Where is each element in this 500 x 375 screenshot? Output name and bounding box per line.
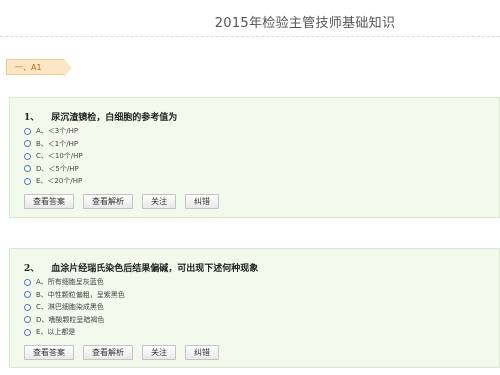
- report-error-button[interactable]: 纠错: [185, 194, 219, 209]
- view-analysis-button[interactable]: 查看解析: [83, 345, 133, 360]
- option-label: A、＜3个/HP: [36, 127, 79, 136]
- question-stem: 尿沉渣镜检，白细胞的参考值为: [51, 113, 178, 123]
- radio-icon[interactable]: [24, 278, 31, 286]
- option-label: C、＜10个/HP: [36, 152, 83, 161]
- section-tag: 一、A1: [6, 59, 72, 77]
- radio-icon[interactable]: [24, 177, 31, 185]
- question-actions: 查看答案 查看解析 关注 纠错: [24, 345, 219, 360]
- follow-button[interactable]: 关注: [142, 345, 176, 360]
- option-label: B、中性颗粒偏粗，呈紫黑色: [36, 290, 125, 299]
- option-b[interactable]: B、中性颗粒偏粗，呈紫黑色: [24, 289, 125, 302]
- question-stem: 血涂片经瑞氏染色后结果偏碱，可出现下述何种现象: [51, 264, 259, 274]
- radio-icon[interactable]: [24, 140, 31, 148]
- radio-icon[interactable]: [24, 291, 31, 299]
- report-error-button[interactable]: 纠错: [185, 345, 219, 360]
- follow-button[interactable]: 关注: [142, 194, 176, 209]
- option-label: D、嗜酸颗粒呈暗褐色: [36, 315, 105, 324]
- question-card-1: 1、 尿沉渣镜检，白细胞的参考值为 A、＜3个/HP B、＜1个/HP C、＜10…: [9, 97, 500, 218]
- option-label: C、淋巴细胞染成黑色: [36, 303, 104, 312]
- question-number: 2、: [24, 264, 40, 274]
- question-number: 1、: [24, 113, 40, 123]
- option-label: E、以上都是: [36, 328, 76, 337]
- question-text: 2、 血涂片经瑞氏染色后结果偏碱，可出现下述何种现象: [24, 261, 258, 274]
- radio-icon[interactable]: [24, 316, 31, 324]
- option-d[interactable]: D、＜5个/HP: [24, 163, 83, 176]
- option-label: E、＜20个/HP: [36, 177, 83, 186]
- view-answer-button[interactable]: 查看答案: [24, 194, 74, 209]
- options-list: A、所有细胞呈灰蓝色 B、中性颗粒偏粗，呈紫黑色 C、淋巴细胞染成黑色 D、嗜酸…: [24, 276, 125, 339]
- radio-icon[interactable]: [24, 328, 31, 336]
- option-a[interactable]: A、＜3个/HP: [24, 125, 83, 138]
- option-d[interactable]: D、嗜酸颗粒呈暗褐色: [24, 314, 125, 327]
- question-text: 1、 尿沉渣镜检，白细胞的参考值为: [24, 110, 177, 123]
- question-card-2: 2、 血涂片经瑞氏染色后结果偏碱，可出现下述何种现象 A、所有细胞呈灰蓝色 B、中…: [9, 248, 500, 368]
- option-label: B、＜1个/HP: [36, 139, 79, 148]
- title-divider: [0, 36, 500, 37]
- option-label: A、所有细胞呈灰蓝色: [36, 278, 104, 287]
- view-analysis-button[interactable]: 查看解析: [83, 194, 133, 209]
- option-e[interactable]: E、以上都是: [24, 326, 125, 339]
- option-e[interactable]: E、＜20个/HP: [24, 175, 83, 188]
- option-b[interactable]: B、＜1个/HP: [24, 138, 83, 151]
- page-title: 2015年检验主管技师基础知识: [214, 16, 396, 31]
- option-label: D、＜5个/HP: [36, 164, 79, 173]
- option-c[interactable]: C、＜10个/HP: [24, 150, 83, 163]
- radio-icon[interactable]: [24, 165, 31, 173]
- option-c[interactable]: C、淋巴细胞染成黑色: [24, 301, 125, 314]
- radio-icon[interactable]: [24, 152, 31, 160]
- radio-icon[interactable]: [24, 127, 31, 135]
- question-actions: 查看答案 查看解析 关注 纠错: [24, 194, 219, 209]
- options-list: A、＜3个/HP B、＜1个/HP C、＜10个/HP D、＜5个/HP E、＜…: [24, 125, 83, 188]
- view-answer-button[interactable]: 查看答案: [24, 345, 74, 360]
- option-a[interactable]: A、所有细胞呈灰蓝色: [24, 276, 125, 289]
- radio-icon[interactable]: [24, 303, 31, 311]
